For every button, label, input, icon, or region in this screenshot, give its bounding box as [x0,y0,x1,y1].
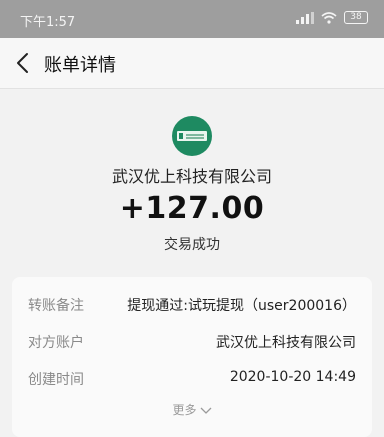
chevron-down-icon [200,407,211,414]
signal-icon [296,11,314,24]
navbar: 账单详情 [0,38,384,89]
detail-value: 2020-10-20 14:49 [229,369,356,385]
detail-row-account: 对方账户 武汉优上科技有限公司 [28,332,356,354]
main-content: 武汉优上科技有限公司 +127.00 交易成功 转账备注 提现通过:试玩提现（u… [0,89,384,437]
detail-label: 对方账户 [28,335,84,351]
wifi-icon [321,11,337,24]
company-logo [172,116,212,156]
chevron-left-icon[interactable] [12,51,34,75]
battery-level: 38 [350,12,362,22]
status-time: 下午1:57 [20,15,76,30]
transaction-amount: +127.00 [119,191,265,226]
detail-label: 转账备注 [28,298,84,314]
detail-row-created-time: 创建时间 2020-10-20 14:49 [28,369,356,391]
status-bar: 下午1:57 38 [0,0,384,38]
battery-icon: 38 [344,11,368,24]
detail-row-remark: 转账备注 提现通过:试玩提现（user200016） [28,295,356,317]
company-name: 武汉优上科技有限公司 [111,167,272,186]
detail-value: 提现通过:试玩提现（user200016） [127,298,356,314]
page-title: 账单详情 [44,55,116,76]
more-button[interactable]: 更多 [12,401,372,418]
detail-label: 创建时间 [28,372,84,388]
detail-value: 武汉优上科技有限公司 [216,335,356,351]
transaction-status: 交易成功 [164,237,220,253]
more-label: 更多 [172,403,197,417]
details-card: 转账备注 提现通过:试玩提现（user200016） 对方账户 武汉优上科技有限… [12,277,372,437]
status-icons: 38 [296,11,368,24]
